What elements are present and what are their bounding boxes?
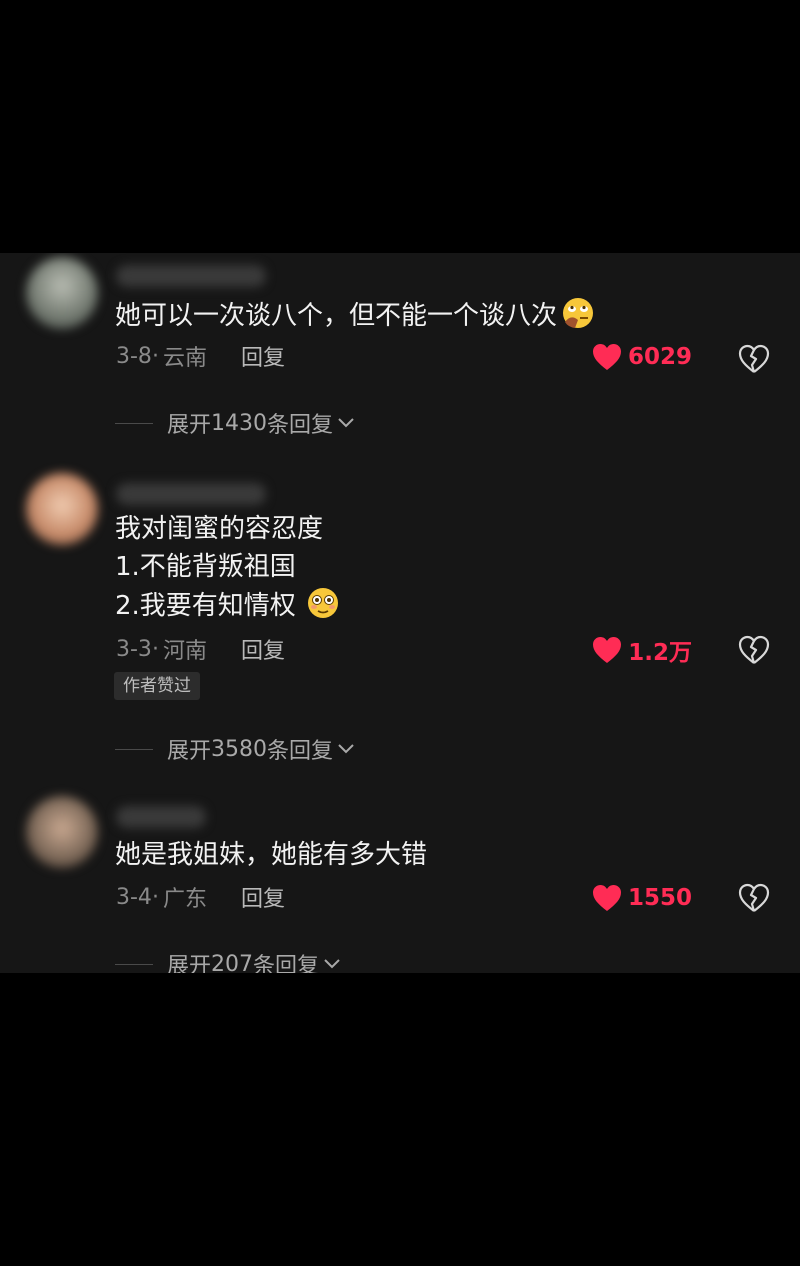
like-count: 1550 <box>627 885 692 911</box>
expand-replies[interactable]: 展开 207 条回复 <box>115 949 341 973</box>
flushed-face-emoji <box>307 588 338 618</box>
comment-meta: 3-8 · 云南 回复 <box>116 340 285 372</box>
comment-panel: 她可以一次谈八个，但不能一个谈八次 3-8 · 云南 回复 6029 展开 1430 条… <box>0 253 800 973</box>
comment-date: 3-4 <box>116 884 152 910</box>
username-blurred[interactable] <box>116 265 266 287</box>
meta-dot: · <box>151 636 159 662</box>
expand-prefix: 展开 <box>167 413 212 438</box>
like-button[interactable]: 1.2万 <box>592 633 692 667</box>
heart-icon <box>592 885 621 911</box>
divider-line <box>115 748 153 750</box>
comment-text-content: 我对闺蜜的容忍度 1.不能背叛祖国 2.我要有知情权 <box>115 514 324 621</box>
comment-meta: 3-3 · 河南 回复 <box>116 633 285 665</box>
like-count: 1.2万 <box>628 640 692 666</box>
like-button[interactable]: 6029 <box>592 340 692 374</box>
avatar[interactable] <box>26 796 98 868</box>
face-with-rolling-eyes-emoji <box>563 298 594 328</box>
reply-button[interactable]: 回复 <box>241 340 285 372</box>
expand-suffix: 条回复 <box>267 739 334 764</box>
comment-text-content: 她可以一次谈八个，但不能一个谈八次 <box>115 301 558 331</box>
avatar[interactable] <box>26 473 98 545</box>
chevron-down-icon <box>338 418 354 428</box>
avatar[interactable] <box>26 257 98 329</box>
comment-text: 她可以一次谈八个，但不能一个谈八次 <box>115 296 690 335</box>
expand-replies[interactable]: 展开 3580 条回复 <box>115 734 355 764</box>
expand-count: 3580 <box>211 736 268 762</box>
comment-location: 广东 <box>162 887 207 912</box>
comment-text-content: 她是我姐妹，她能有多大错 <box>115 840 428 870</box>
expand-suffix: 条回复 <box>253 954 320 973</box>
username-blurred[interactable] <box>116 483 266 505</box>
meta-dot: · <box>151 884 159 910</box>
comment-text: 她是我姐妹，她能有多大错 <box>115 836 690 874</box>
reply-button[interactable]: 回复 <box>241 881 285 913</box>
username-blurred[interactable] <box>116 806 206 828</box>
comment-date: 3-8 <box>116 343 152 369</box>
like-button[interactable]: 1550 <box>592 881 692 915</box>
comment-location: 云南 <box>162 346 207 371</box>
heart-icon <box>592 344 621 370</box>
chevron-down-icon <box>338 744 354 754</box>
meta-dot: · <box>151 343 159 369</box>
expand-prefix: 展开 <box>167 954 212 973</box>
broken-heart-icon[interactable] <box>738 344 770 374</box>
like-count: 6029 <box>627 344 692 370</box>
expand-suffix: 条回复 <box>267 413 334 438</box>
expand-count: 1430 <box>211 410 268 436</box>
comment-meta: 3-4 · 广东 回复 <box>116 881 285 913</box>
broken-heart-icon[interactable] <box>738 883 770 913</box>
expand-count: 207 <box>211 951 254 974</box>
broken-heart-icon[interactable] <box>738 635 770 665</box>
heart-icon <box>593 637 622 663</box>
comment-date: 3-3 <box>116 636 152 662</box>
divider-line <box>115 963 153 965</box>
chevron-down-icon <box>324 959 340 969</box>
comment-text: 我对闺蜜的容忍度 1.不能背叛祖国 2.我要有知情权 <box>115 510 690 625</box>
divider-line <box>115 422 153 424</box>
expand-prefix: 展开 <box>167 739 212 764</box>
comment-location: 河南 <box>162 639 207 664</box>
reply-button[interactable]: 回复 <box>241 633 285 665</box>
author-liked-badge: 作者赞过 <box>114 672 200 700</box>
expand-replies[interactable]: 展开 1430 条回复 <box>115 408 355 438</box>
